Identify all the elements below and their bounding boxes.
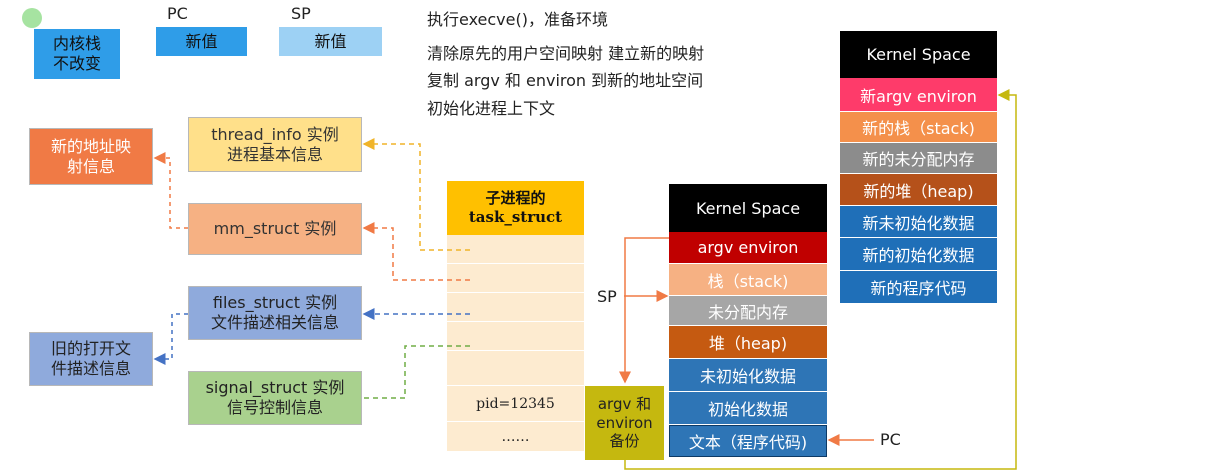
signal-struct-connector xyxy=(364,345,470,399)
mm-struct-connector xyxy=(362,222,470,281)
address-map-connector xyxy=(153,152,188,229)
thread-info-connector xyxy=(362,138,470,251)
connector-layer xyxy=(153,89,1017,470)
backup-to-new-argv-arrow xyxy=(624,89,1017,470)
old-files-connector xyxy=(153,313,188,365)
argv-backup-arrow xyxy=(619,237,669,384)
